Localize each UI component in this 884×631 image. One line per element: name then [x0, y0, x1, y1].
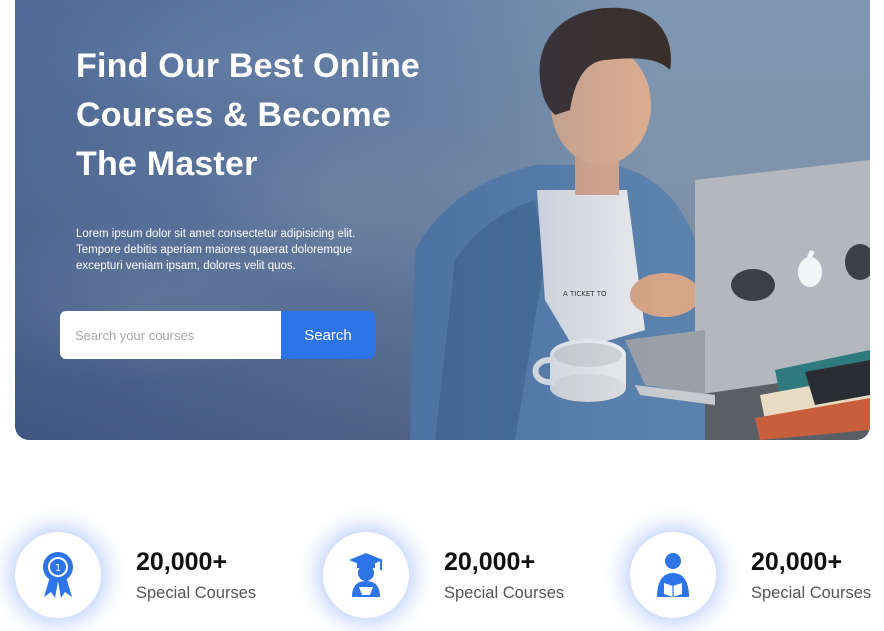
award-medal-icon: 1	[43, 552, 73, 598]
stat-item: 20,000+ Special Courses	[630, 520, 884, 631]
hero-description-line: Tempore debitis aperiam maiores quaerat …	[76, 244, 353, 256]
hero-description: Lorem ipsum dolor sit amet consectetur a…	[76, 226, 396, 274]
hero-title-line: Find Our Best Online	[76, 47, 421, 85]
hero-description-line: Lorem ipsum dolor sit amet consectetur a…	[76, 228, 356, 240]
hero-title-line: The Master	[76, 145, 258, 183]
stat-label: Special Courses	[136, 584, 257, 602]
course-search-form: Search	[60, 311, 375, 359]
hero-description-line: excepturi veniam ipsam, dolores velit qu…	[76, 260, 296, 272]
graduate-student-icon	[349, 553, 383, 597]
stat-icon-circle	[323, 532, 409, 618]
hero-title: Find Our Best Online Courses & Become Th…	[76, 42, 476, 189]
stat-value: 20,000+	[136, 548, 228, 576]
hero-title-line: Courses & Become	[76, 96, 391, 134]
stat-label: Special Courses	[444, 584, 565, 602]
svg-text:1: 1	[55, 563, 61, 574]
stat-item: 20,000+ Special Courses	[323, 520, 583, 631]
stat-icon-circle: 1	[15, 532, 101, 618]
search-button[interactable]: Search	[281, 311, 375, 359]
stat-item: 1 20,000+ Special Courses	[15, 520, 275, 631]
hero-banner: A TICKET TO Find Our Best Online Courses	[15, 0, 870, 440]
reading-student-icon	[657, 553, 689, 597]
stat-label: Special Courses	[751, 584, 872, 602]
stat-value: 20,000+	[751, 548, 843, 576]
stat-icon-circle	[630, 532, 716, 618]
stat-value: 20,000+	[444, 548, 536, 576]
course-search-input[interactable]	[60, 311, 281, 359]
stats-section: 1 20,000+ Special Courses 20,000+ Specia…	[0, 520, 884, 631]
